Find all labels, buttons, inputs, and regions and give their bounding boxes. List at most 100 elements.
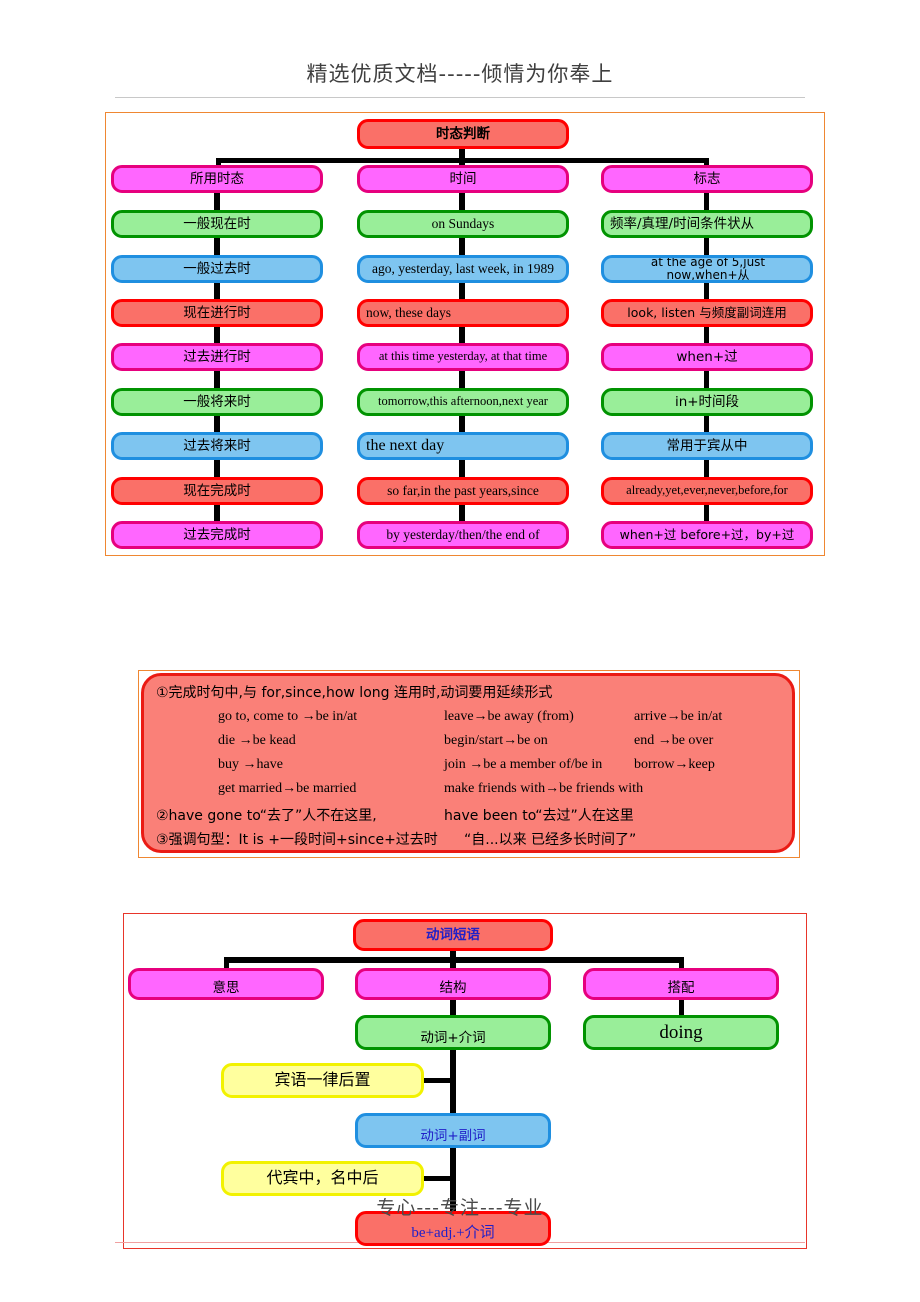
diagram1-c1-row-3-label: 过去进行时	[183, 348, 251, 365]
diagram1-c3-link-2	[704, 283, 709, 299]
diagram2-collocation-link	[679, 1000, 684, 1015]
note-line-5: begin/start→be on	[444, 733, 548, 748]
diagram1-c2-row-2[interactable]: now, these days	[357, 299, 569, 327]
diagram1-c2-link-0	[459, 193, 465, 210]
diagram2-structure-node-1-label: 动词+副词	[420, 1127, 486, 1144]
diagram1-c2-row-2-label: now, these days	[366, 304, 451, 320]
diagram1-c3-row-6[interactable]: already,yet,ever,never,before,for	[601, 477, 813, 505]
diagram2-col-header-structure[interactable]: 结构	[355, 968, 551, 1000]
diagram1-col-header-marker-label: 标志	[693, 170, 721, 187]
diagram1-c2-link-4	[459, 371, 465, 388]
note-line-14: ③强调句型：It is +一段时间+since+过去时	[156, 832, 438, 848]
footer-watermark: 专心---专注---专业	[0, 1193, 920, 1220]
diagram2-root-node[interactable]: 动词短语	[353, 919, 553, 951]
diagram1-c2-row-1[interactable]: ago, yesterday, last week, in 1989	[357, 255, 569, 283]
diagram2-col-header-collocation-label: 搭配	[667, 979, 695, 996]
note-line-10: get married→be married	[218, 781, 357, 796]
diagram1-c2-link-2	[459, 283, 465, 299]
diagram2-col-header-meaning-label: 意思	[212, 979, 240, 996]
diagram2-structure-node-1[interactable]: 动词+副词	[355, 1113, 551, 1148]
diagram1-c1-link-2	[214, 283, 220, 299]
diagram1-col-header-time-label: 时间	[449, 170, 477, 187]
diagram2-collocation-node[interactable]: doing	[583, 1015, 779, 1050]
diagram1-c1-row-6[interactable]: 现在完成时	[111, 477, 323, 505]
diagram1-c1-row-0-label: 一般现在时	[183, 215, 251, 232]
note-line-11: make friends with→be friends with	[444, 781, 644, 796]
diagram1-c3-link-1	[704, 238, 709, 255]
diagram1-c3-row-7[interactable]: when+过 before+过，by+过	[601, 521, 813, 549]
note-line-15: “自...以来 已经多长时间了”	[464, 832, 637, 848]
diagram1-col-header-tense[interactable]: 所用时态	[111, 165, 323, 193]
diagram1-c3-row-0-label: 频率/真理/时间条件状从	[610, 215, 755, 232]
header-divider	[115, 97, 805, 98]
diagram2-note-1[interactable]: 代宾中，名中后	[221, 1161, 424, 1196]
diagram1-c2-link-6	[459, 460, 465, 477]
diagram1-c1-row-5-label: 过去将来时	[183, 437, 251, 454]
diagram1-c1-row-5[interactable]: 过去将来时	[111, 432, 323, 460]
diagram2-note-0-label: 宾语一律后置	[274, 1070, 371, 1090]
page-header: 精选优质文档-----倾情为你奉上	[0, 58, 920, 88]
diagram1-root-node[interactable]: 时态判断	[357, 119, 569, 149]
diagram2-collocation-label: doing	[659, 1021, 703, 1043]
diagram1-c1-link-3	[214, 327, 220, 343]
diagram1-c3-row-3-label: when+过	[676, 348, 738, 365]
diagram1-col-header-marker[interactable]: 标志	[601, 165, 813, 193]
diagram1-c1-link-6	[214, 460, 220, 477]
diagram1-c3-row-3[interactable]: when+过	[601, 343, 813, 371]
diagram1-c1-row-2[interactable]: 现在进行时	[111, 299, 323, 327]
note-line-13: have been to“去过”人在这里	[444, 808, 634, 824]
diagram1-c1-row-4[interactable]: 一般将来时	[111, 388, 323, 416]
note-line-6: end →be over	[634, 733, 714, 748]
diagram1-c3-row-0[interactable]: 频率/真理/时间条件状从	[601, 210, 813, 238]
note-line-1: go to, come to →be in/at	[218, 709, 358, 724]
diagram1-c2-row-5-label: the next day	[366, 436, 445, 454]
diagram1-c1-row-0[interactable]: 一般现在时	[111, 210, 323, 238]
diagram2-note-0[interactable]: 宾语一律后置	[221, 1063, 424, 1098]
diagram1-c3-row-2[interactable]: look, listen 与频度副词连用	[601, 299, 813, 327]
diagram1-c3-row-6-label: already,yet,ever,never,before,for	[626, 483, 788, 498]
diagram1-c3-row-5[interactable]: 常用于宾从中	[601, 432, 813, 460]
diagram2-structure-node-0[interactable]: 动词+介词	[355, 1015, 551, 1050]
diagram1-c1-row-6-label: 现在完成时	[183, 482, 251, 499]
diagram1-c3-link-4	[704, 371, 709, 388]
diagram1-c3-row-2-label: look, listen 与频度副词连用	[627, 305, 787, 321]
diagram1-c3-link-0	[704, 193, 709, 210]
note-line-4: die →be kead	[218, 733, 296, 748]
diagram1-c3-row-1-label: at the age of 5,just now,when+从	[650, 255, 766, 282]
diagram1-c2-row-7-label: by yesterday/then/the end of	[386, 526, 540, 542]
verb-continuation-note-box[interactable]: ①完成时句中,与 for,since,how long 连用时,动词要用延续形式…	[141, 673, 795, 853]
diagram1-c2-row-4[interactable]: tomorrow,this afternoon,next year	[357, 388, 569, 416]
diagram2-note-1-link	[423, 1176, 453, 1181]
diagram1-col-header-time[interactable]: 时间	[357, 165, 569, 193]
diagram1-c3-row-7-label: when+过 before+过，by+过	[619, 527, 795, 543]
diagram1-c1-row-1-label: 一般过去时	[183, 260, 251, 277]
diagram1-c2-row-0-label: on Sundays	[431, 215, 495, 231]
diagram2-col-header-meaning[interactable]: 意思	[128, 968, 324, 1000]
diagram1-c1-row-1[interactable]: 一般过去时	[111, 255, 323, 283]
diagram1-c2-row-6[interactable]: so far,in the past years,since	[357, 477, 569, 505]
note-line-7: buy →have	[218, 757, 283, 772]
diagram1-c2-row-1-label: ago, yesterday, last week, in 1989	[371, 260, 555, 276]
diagram2-structure-node-0-label: 动词+介词	[420, 1029, 486, 1046]
diagram1-c3-row-5-label: 常用于宾从中	[666, 437, 748, 454]
diagram1-c1-row-7-label: 过去完成时	[183, 526, 251, 543]
diagram2-root-label: 动词短语	[426, 926, 480, 943]
diagram1-c2-link-5	[459, 416, 465, 432]
diagram1-c1-link-1	[214, 238, 220, 255]
diagram1-c1-row-7[interactable]: 过去完成时	[111, 521, 323, 549]
diagram1-c3-row-1[interactable]: at the age of 5,just now,when+从	[601, 255, 813, 283]
diagram1-c2-row-5[interactable]: the next day	[357, 432, 569, 460]
diagram1-c2-row-3[interactable]: at this time yesterday, at that time	[357, 343, 569, 371]
diagram1-c1-row-3[interactable]: 过去进行时	[111, 343, 323, 371]
diagram1-c3-row-4-label: in+时间段	[674, 393, 740, 410]
diagram1-c2-row-7[interactable]: by yesterday/then/the end of	[357, 521, 569, 549]
diagram1-c2-row-6-label: so far,in the past years,since	[387, 482, 539, 498]
diagram1-c1-link-0	[214, 193, 220, 210]
note-line-0: ①完成时句中,与 for,since,how long 连用时,动词要用延续形式	[156, 685, 553, 701]
diagram2-col-header-collocation[interactable]: 搭配	[583, 968, 779, 1000]
diagram1-c2-row-0[interactable]: on Sundays	[357, 210, 569, 238]
diagram2-note-0-link	[423, 1078, 453, 1083]
diagram1-c2-link-7	[459, 505, 465, 521]
note-line-8: join →be a member of/be in	[444, 757, 603, 772]
diagram1-c3-row-4[interactable]: in+时间段	[601, 388, 813, 416]
